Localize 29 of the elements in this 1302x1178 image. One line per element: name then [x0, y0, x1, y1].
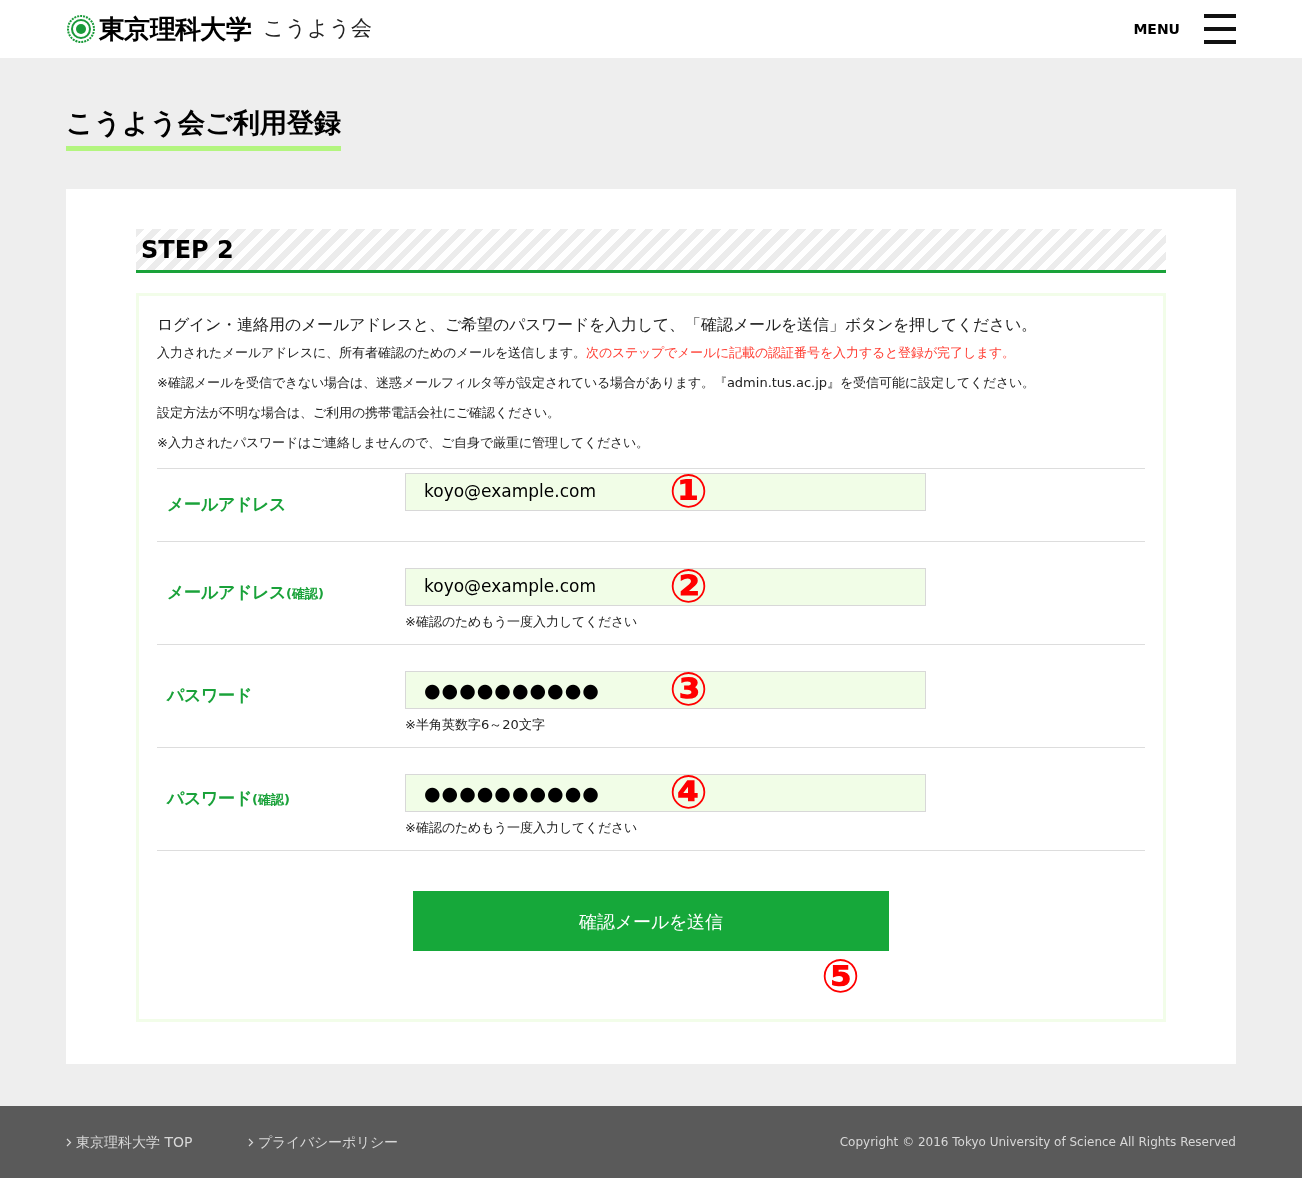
- note-text: 設定方法が不明な場合は、ご利用の携帯電話会社にご確認ください。: [157, 404, 561, 422]
- field-hint: ※半角英数字6～20文字: [405, 716, 546, 734]
- logo-text[interactable]: 東京理科大学: [99, 9, 252, 49]
- chevron-icon: [248, 1137, 254, 1147]
- field-label: パスワード: [165, 684, 253, 708]
- password-field[interactable]: ●●●●●●●●●● ③: [405, 671, 926, 709]
- page-title: こうよう会ご利用登録: [66, 106, 341, 151]
- field-hint: ※確認のためもう一度入力してください: [405, 613, 638, 631]
- annotation-number: ⑤: [821, 953, 860, 999]
- footer-link[interactable]: 東京理科大学 TOP: [66, 1131, 248, 1153]
- field-label: パスワード(確認): [165, 787, 291, 811]
- menu-button[interactable]: MENU: [1133, 14, 1236, 44]
- copyright-text: Copyright © 2016 Tokyo University of Science All Rights Reserved: [839, 1134, 1236, 1151]
- step-title: STEP 2: [141, 234, 234, 266]
- note-text: 入力されたメールアドレスに、所有者確認のためのメールを送信します。次のステップでメールに記載の認証番号を入力すると登録が完了します。: [157, 344, 1016, 362]
- email-field[interactable]: koyo@example.com ①: [405, 473, 926, 511]
- password-field[interactable]: ●●●●●●●●●● ④: [405, 774, 926, 812]
- intro-text: ログイン・連絡用のメールアドレスと、ご希望のパスワードを入力して、「確認メールを送信」ボタンを押してください。: [157, 314, 1038, 336]
- note-text: ※入力されたパスワードはご連絡しませんので、ご自身で厳重に管理してください。: [157, 434, 650, 452]
- chevron-icon: [66, 1137, 72, 1147]
- field-label: メールアドレス: [166, 493, 287, 517]
- footer-link[interactable]: プライバシーポリシー: [248, 1131, 398, 1153]
- field-hint: ※確認のためもう一度入力してください: [405, 819, 638, 837]
- menu-icon: [1204, 14, 1236, 44]
- email-field[interactable]: koyo@example.com ②: [405, 568, 926, 606]
- logo-subtitle: こうよう会: [263, 15, 373, 43]
- university-seal-icon: [67, 15, 95, 43]
- note-text: ※確認メールを受信できない場合は、迷惑メールフィルタ等が設定されている場合があります。『admin.tus.ac.jp』を受信可能に設定してください。: [157, 374, 1037, 392]
- field-label: メールアドレス(確認): [166, 581, 325, 605]
